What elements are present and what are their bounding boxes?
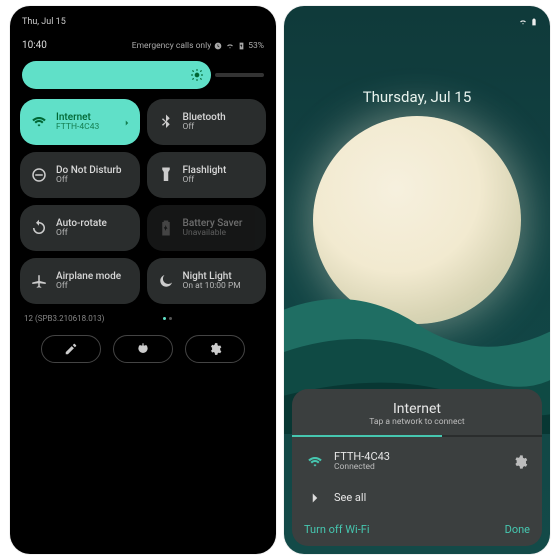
tile-sub: On at 10:00 PM [183, 282, 241, 291]
battery-charging-icon [237, 41, 246, 51]
brightness-knob[interactable] [187, 65, 207, 85]
tile-sub: Off [183, 176, 227, 185]
phone-lockscreen: Thursday, Jul 15 Internet Tap a network … [284, 6, 550, 554]
tile-dnd[interactable]: Do Not DisturbOff [20, 152, 140, 198]
qs-footer [10, 327, 276, 371]
see-all-row[interactable]: See all [304, 481, 530, 515]
internet-sheet: Internet Tap a network to connect FTTH-4… [292, 389, 542, 546]
build-label: 12 (SPB3.210618.013) [24, 314, 104, 323]
build-row: 12 (SPB3.210618.013) [10, 304, 276, 327]
page-indicator [163, 317, 172, 320]
qs-header: 10:40 Emergency calls only 53% [10, 32, 276, 55]
tile-battery-saver[interactable]: Battery SaverUnavailable [147, 205, 267, 251]
qs-clock: 10:40 [22, 40, 47, 51]
flashlight-icon [157, 166, 175, 184]
tile-sub: Off [183, 123, 226, 132]
tile-internet[interactable]: InternetFTTH-4C43 [20, 99, 140, 145]
tile-sub: Off [56, 176, 122, 185]
power-button[interactable] [113, 335, 173, 363]
brightness-track [215, 73, 264, 77]
emergency-label: Emergency calls only [132, 41, 211, 51]
qs-tiles: InternetFTTH-4C43 BluetoothOff Do Not Di… [10, 99, 276, 304]
alarm-icon [213, 41, 223, 51]
done-button[interactable]: Done [505, 523, 530, 536]
see-all-label: See all [334, 492, 528, 505]
tile-airplane[interactable]: Airplane modeOff [20, 258, 140, 304]
pencil-icon [64, 342, 78, 356]
tile-flashlight[interactable]: FlashlightOff [147, 152, 267, 198]
qs-header-right: Emergency calls only 53% [132, 41, 264, 51]
status-bar-date: Thu, Jul 15 [22, 17, 66, 27]
turn-off-wifi-button[interactable]: Turn off Wi-Fi [304, 523, 370, 536]
bluetooth-icon [157, 113, 175, 131]
wifi-icon [30, 113, 48, 131]
rotate-icon [30, 219, 48, 237]
network-settings-button[interactable] [512, 454, 528, 470]
gear-icon [512, 454, 528, 470]
sheet-subtitle: Tap a network to connect [304, 417, 530, 427]
phone-quick-settings: Thu, Jul 15 10:40 Emergency calls only 5… [10, 6, 276, 554]
tile-sub: Off [56, 229, 107, 238]
tile-autorotate[interactable]: Auto-rotateOff [20, 205, 140, 251]
wifi-icon [225, 41, 235, 51]
wifi-icon [306, 453, 324, 471]
network-status: Connected [334, 463, 502, 473]
dnd-icon [30, 166, 48, 184]
airplane-icon [30, 272, 48, 290]
battery-percent: 53% [248, 41, 264, 51]
sheet-footer: Turn off Wi-Fi Done [304, 515, 530, 536]
brightness-icon [190, 68, 204, 82]
gear-icon [208, 342, 222, 356]
power-icon [136, 342, 150, 356]
tile-sub: Unavailable [183, 229, 243, 238]
tile-sub: Off [56, 282, 121, 291]
tile-bluetooth[interactable]: BluetoothOff [147, 99, 267, 145]
tile-night-light[interactable]: Night LightOn at 10:00 PM [147, 258, 267, 304]
brightness-row [10, 55, 276, 99]
chevron-right-icon [306, 489, 324, 507]
battery-icon [157, 219, 175, 237]
status-bar: Thu, Jul 15 [10, 6, 276, 32]
edit-button[interactable] [41, 335, 101, 363]
tile-sub: FTTH-4C43 [56, 123, 99, 132]
chevron-right-icon [122, 113, 132, 132]
moon-icon [157, 272, 175, 290]
brightness-slider[interactable] [22, 61, 211, 89]
sheet-progress [292, 435, 542, 437]
settings-button[interactable] [185, 335, 245, 363]
network-row[interactable]: FTTH-4C43Connected [304, 443, 530, 481]
sheet-title: Internet [304, 401, 530, 417]
